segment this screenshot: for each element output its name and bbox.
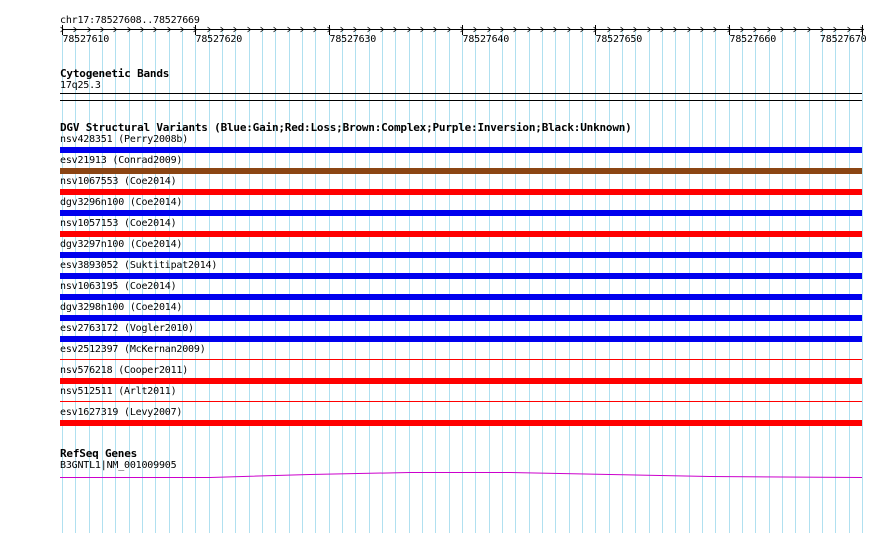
gene-intron-line [60, 472, 863, 478]
refseq-gene-feature[interactable] [0, 0, 890, 533]
